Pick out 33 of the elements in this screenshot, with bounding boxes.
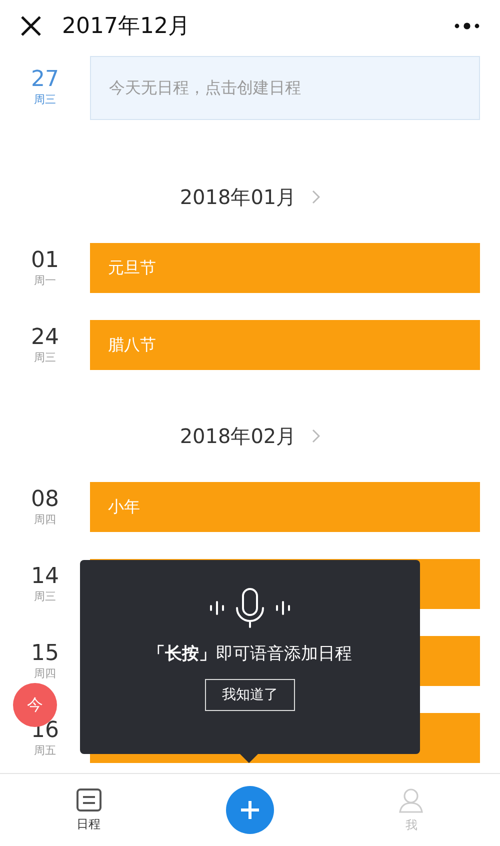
microphone-icon xyxy=(209,588,291,628)
weekday-label: 周五 xyxy=(34,742,56,758)
weekday-label: 周一 xyxy=(34,272,56,288)
more-icon[interactable] xyxy=(454,22,480,30)
list-icon xyxy=(76,788,102,812)
day-number: 27 xyxy=(31,68,59,92)
day-number: 14 xyxy=(31,564,59,588)
event-bar[interactable]: 元旦节 xyxy=(90,243,480,293)
day-number: 15 xyxy=(31,642,59,666)
day-number: 08 xyxy=(31,488,59,512)
day-number: 24 xyxy=(31,326,59,350)
plus-icon xyxy=(238,799,261,821)
close-icon[interactable] xyxy=(20,15,42,37)
event-bar[interactable]: 腊八节 xyxy=(90,320,480,370)
person-icon xyxy=(398,786,424,812)
weekday-label: 周四 xyxy=(34,666,56,680)
tip-text: 「长按」即可语音添加日程 xyxy=(148,643,352,665)
day-number: 01 xyxy=(31,248,59,272)
weekday-label: 周三 xyxy=(34,588,56,604)
weekday-label: 周四 xyxy=(34,512,56,526)
month-title: 2017年12月 xyxy=(62,13,191,41)
got-it-button[interactable]: 我知道了 xyxy=(205,679,295,711)
add-button[interactable] xyxy=(226,786,274,834)
chevron-right-icon[interactable] xyxy=(312,190,320,204)
weekday-label: 周三 xyxy=(34,92,56,106)
tab[interactable]: 日程 xyxy=(48,786,129,834)
month-heading: 2018年01月 xyxy=(180,184,296,210)
weekday-label: 周三 xyxy=(34,350,56,364)
event-bar[interactable]: 小年 xyxy=(90,482,480,532)
create-schedule-prompt[interactable]: 今天无日程，点击创建日程 xyxy=(90,56,480,120)
month-heading: 2018年02月 xyxy=(180,422,296,450)
tab[interactable]: 我 xyxy=(371,786,452,834)
chevron-right-icon[interactable] xyxy=(312,429,320,443)
